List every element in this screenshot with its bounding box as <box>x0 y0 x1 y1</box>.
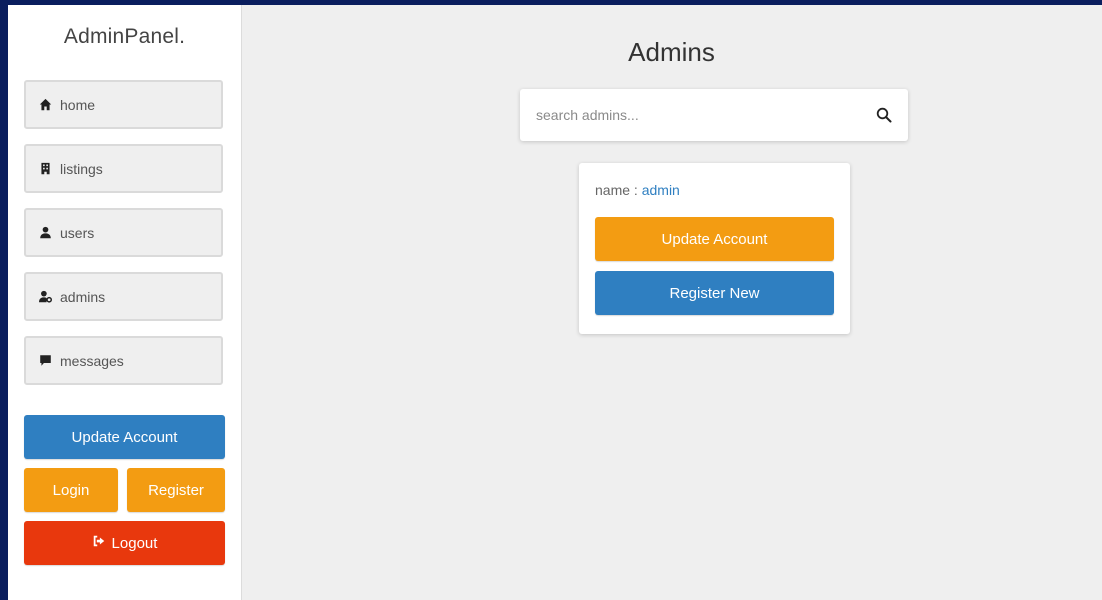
admin-card: name : admin Update Account Register New <box>579 163 850 334</box>
logout-icon <box>92 534 112 552</box>
button-label: Logout <box>111 534 158 552</box>
sidebar-item-users[interactable]: users <box>24 208 223 257</box>
register-button[interactable]: Register <box>127 468 225 512</box>
logout-button[interactable]: Logout <box>24 521 225 565</box>
sidebar: AdminPanel. home listings users admins m… <box>8 5 242 600</box>
logo: AdminPanel. <box>63 25 186 48</box>
app-window: AdminPanel. home listings users admins m… <box>8 5 1102 600</box>
name-value: admin <box>641 182 680 198</box>
sidebar-item-label: users <box>60 224 95 241</box>
button-label: Update Account <box>661 230 768 248</box>
sidebar-item-home[interactable]: home <box>24 80 223 129</box>
search-icon <box>876 107 892 123</box>
register-new-button[interactable]: Register New <box>595 271 834 315</box>
user-icon <box>38 226 52 240</box>
user-gear-icon <box>38 290 52 304</box>
building-icon <box>38 162 52 176</box>
page-title: Admins <box>628 37 715 67</box>
search-input[interactable] <box>520 89 860 141</box>
admin-name: name : admin <box>595 182 680 198</box>
sidebar-item-label: home <box>60 96 96 113</box>
search-box <box>520 89 908 141</box>
button-label: Login <box>52 481 90 499</box>
name-label: name : <box>595 182 642 198</box>
main-content: Admins name : admin Update Account Regis… <box>241 5 1102 600</box>
sidebar-item-admins[interactable]: admins <box>24 272 223 321</box>
card-update-account-button[interactable]: Update Account <box>595 217 834 261</box>
button-label: Register <box>148 481 204 499</box>
sidebar-item-label: messages <box>60 352 124 369</box>
login-button[interactable]: Login <box>24 468 118 512</box>
update-account-button[interactable]: Update Account <box>24 415 225 459</box>
search-button[interactable] <box>860 89 908 141</box>
sidebar-item-label: admins <box>60 288 106 305</box>
button-label: Update Account <box>71 428 178 446</box>
button-label: Register New <box>669 284 760 302</box>
sidebar-item-label: listings <box>60 160 103 177</box>
sidebar-item-listings[interactable]: listings <box>24 144 223 193</box>
sidebar-item-messages[interactable]: messages <box>24 336 223 385</box>
message-icon <box>38 354 52 368</box>
home-icon <box>38 98 52 112</box>
